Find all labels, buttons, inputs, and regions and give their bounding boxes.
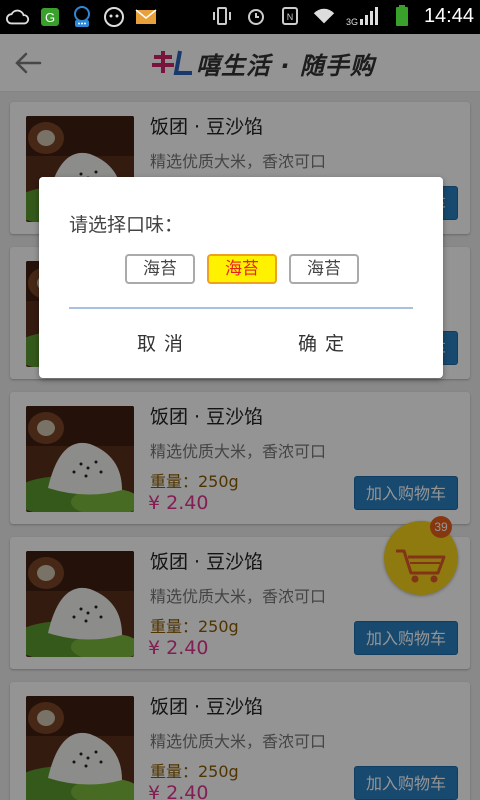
network-type-label: 3G xyxy=(346,17,358,27)
flavor-options: 海苔 海苔 海苔 xyxy=(125,254,359,284)
flavor-option[interactable]: 海苔 xyxy=(207,254,277,284)
flavor-option[interactable]: 海苔 xyxy=(125,254,195,284)
dialog-title: 请选择口味： xyxy=(69,214,184,236)
security-icon: G xyxy=(38,5,62,29)
svg-text:G: G xyxy=(45,10,55,25)
confirm-button[interactable]: 确定 xyxy=(298,329,352,356)
status-bar: G N 3G 14:44 xyxy=(0,0,480,34)
status-time: 14:44 xyxy=(423,4,474,27)
signal-icon: 3G xyxy=(346,4,380,28)
flavor-dialog: 请选择口味： 海苔 海苔 海苔 取消 确定 xyxy=(39,177,443,378)
battery-icon xyxy=(390,4,414,28)
alarm-icon xyxy=(244,4,268,28)
chat-icon xyxy=(70,5,94,29)
cancel-button[interactable]: 取消 xyxy=(137,329,191,356)
wifi-icon xyxy=(312,4,336,28)
modal-backdrop[interactable] xyxy=(0,34,480,800)
vibrate-icon xyxy=(210,4,234,28)
dialog-divider xyxy=(69,307,413,309)
wechat-icon xyxy=(102,5,126,29)
nfc-icon: N xyxy=(278,4,302,28)
flavor-option[interactable]: 海苔 xyxy=(289,254,359,284)
svg-text:N: N xyxy=(287,12,294,22)
mail-icon xyxy=(134,5,158,29)
cloud-icon xyxy=(6,5,30,29)
